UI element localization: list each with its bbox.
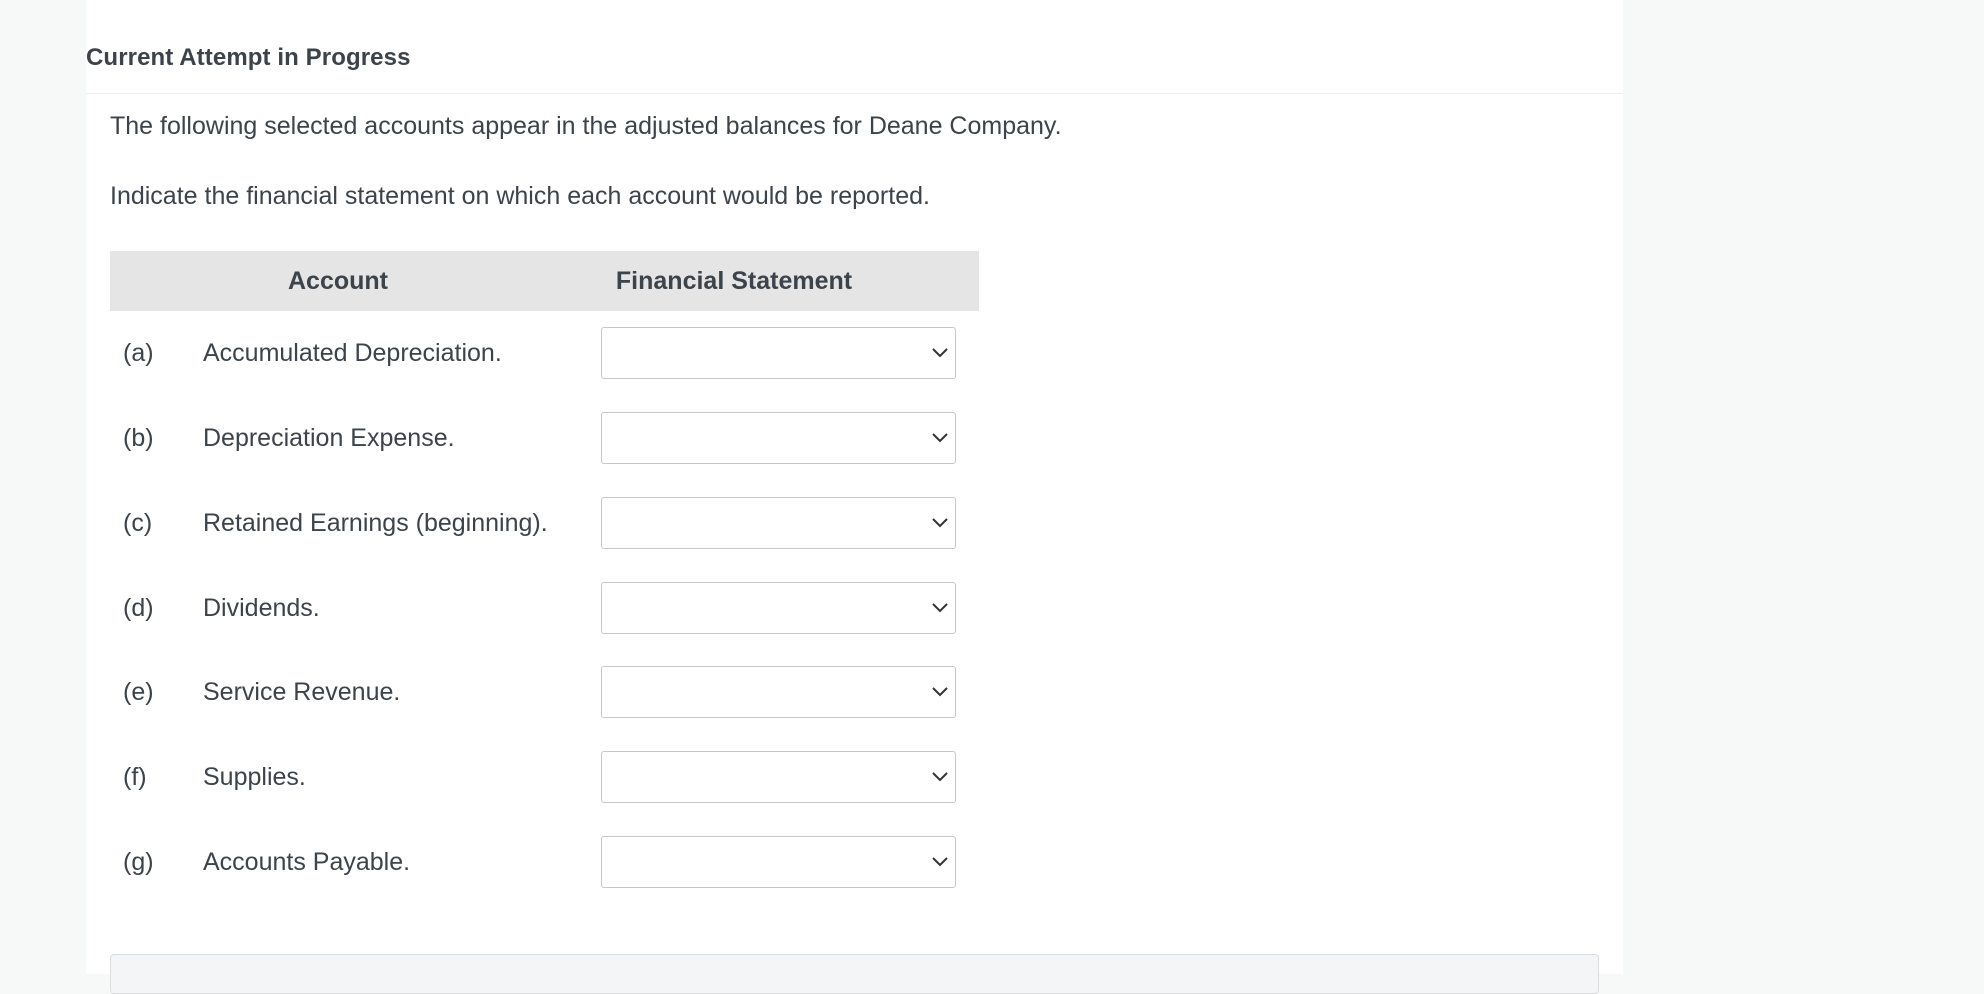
question-instruction: Indicate the financial statement on whic…: [110, 182, 930, 210]
row-letter: (b): [123, 424, 154, 452]
table-row: (d) Dividends.: [110, 582, 979, 634]
row-account-name: Retained Earnings (beginning).: [203, 509, 548, 537]
attempt-heading: Current Attempt in Progress: [86, 0, 1623, 94]
row-letter: (e): [123, 678, 154, 706]
chevron-down-icon: [932, 687, 948, 697]
row-letter: (c): [123, 509, 153, 537]
row-account-name: Accounts Payable.: [203, 848, 411, 876]
table-header: Account Financial Statement: [110, 251, 979, 311]
financial-statement-select[interactable]: [601, 327, 956, 379]
chevron-down-icon: [932, 772, 948, 782]
question-intro: The following selected accounts appear i…: [110, 112, 1062, 140]
row-account-name: Service Revenue.: [203, 678, 401, 706]
row-account-name: Depreciation Expense.: [203, 424, 455, 452]
financial-statement-select[interactable]: [601, 582, 956, 634]
table-row: (a) Accumulated Depreciation.: [110, 327, 979, 379]
column-header-account: Account: [288, 267, 388, 295]
table-row: (e) Service Revenue.: [110, 666, 979, 718]
row-letter: (d): [123, 594, 154, 622]
financial-statement-select[interactable]: [601, 666, 956, 718]
financial-statement-select[interactable]: [601, 751, 956, 803]
chevron-down-icon: [932, 348, 948, 358]
attempt-title: Current Attempt in Progress: [86, 44, 411, 71]
financial-statement-select[interactable]: [601, 412, 956, 464]
column-header-financial-statement: Financial Statement: [615, 267, 853, 295]
chevron-down-icon: [932, 433, 948, 443]
row-account-name: Dividends.: [203, 594, 320, 622]
row-letter: (a): [123, 339, 154, 367]
row-letter: (f): [123, 763, 147, 791]
row-account-name: Accumulated Depreciation.: [203, 339, 502, 367]
answer-feedback-box: [110, 954, 1599, 994]
financial-statement-select[interactable]: [601, 836, 956, 888]
question-panel: Current Attempt in Progress The followin…: [86, 0, 1623, 994]
chevron-down-icon: [932, 518, 948, 528]
row-letter: (g): [123, 848, 154, 876]
financial-statement-select[interactable]: [601, 497, 956, 549]
table-row: (b) Depreciation Expense.: [110, 412, 979, 464]
row-account-name: Supplies.: [203, 763, 306, 791]
chevron-down-icon: [932, 857, 948, 867]
table-row: (c) Retained Earnings (beginning).: [110, 497, 979, 549]
table-row: (g) Accounts Payable.: [110, 836, 979, 888]
chevron-down-icon: [932, 603, 948, 613]
table-row: (f) Supplies.: [110, 751, 979, 803]
